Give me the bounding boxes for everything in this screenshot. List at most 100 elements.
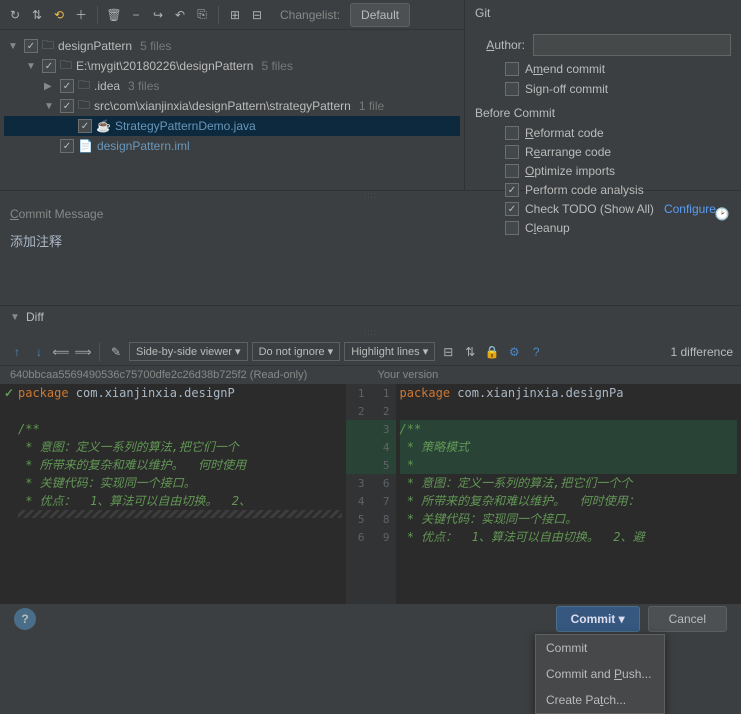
lock-icon[interactable]: 🔒 <box>483 343 501 361</box>
tree-root[interactable]: ▼ 🗀 designPattern 5 files <box>4 36 460 56</box>
folder-icon: 🗀 <box>78 96 90 117</box>
optimize-checkbox[interactable] <box>505 164 519 178</box>
amend-label: Amend commit <box>525 62 605 76</box>
viewer-select[interactable]: Side-by-side viewer ▾ <box>129 342 248 361</box>
amend-checkbox[interactable] <box>505 62 519 76</box>
tree-count: 5 files <box>140 39 171 53</box>
compare-next-icon[interactable]: ⟹ <box>74 343 92 361</box>
code-left[interactable]: package com.xianjinxia.designP /** * 意图：… <box>0 384 346 604</box>
undo-icon[interactable]: ↶ <box>171 6 189 24</box>
help-button[interactable]: ? <box>14 608 36 630</box>
tree-count: 1 file <box>359 99 384 113</box>
signoff-checkbox[interactable] <box>505 82 519 96</box>
chevron-down-icon[interactable]: ▼ <box>26 61 38 72</box>
iml-file-icon: 📄 <box>78 139 93 153</box>
collapse-icon[interactable]: ⊟ <box>248 6 266 24</box>
gutter: 11 22 3 4 5 36 47 58 69 <box>346 384 396 604</box>
next-diff-icon[interactable]: ↓ <box>30 343 48 361</box>
collapse-icon[interactable]: ⊟ <box>439 343 457 361</box>
changelist-label: Changelist: <box>280 8 340 22</box>
chevron-down-icon[interactable]: ▼ <box>8 41 20 52</box>
tree-idea[interactable]: ▶ 🗀 .idea 3 files <box>4 76 460 96</box>
tree-file[interactable]: 📄 designPattern.iml <box>4 136 460 156</box>
tree-label: .idea <box>94 79 120 93</box>
diff-left-info: 640bbcaa5569490536c75700dfe2c26d38b725f2… <box>10 369 364 381</box>
settings-icon[interactable]: ⚙ <box>505 343 523 361</box>
chevron-right-icon[interactable]: ▶ <box>44 81 56 92</box>
optimize-label: Optimize imports <box>525 164 615 178</box>
checkbox[interactable] <box>60 79 74 93</box>
tree-label: StrategyPatternDemo.java <box>115 119 256 133</box>
author-label: Author: <box>475 38 525 52</box>
diff-right-info: Your version <box>364 369 732 381</box>
popup-create-patch[interactable]: Create Patch... <box>536 687 664 713</box>
move-icon[interactable]: ↪ <box>149 6 167 24</box>
tree-src[interactable]: ▼ 🗀 src\com\xianjinxia\designPattern\str… <box>4 96 460 116</box>
checkbox[interactable] <box>60 99 74 113</box>
tree-label: E:\mygit\20180226\designPattern <box>76 59 253 73</box>
reformat-label: Reformat code <box>525 126 604 140</box>
expand-icon[interactable]: ⊞ <box>226 6 244 24</box>
diff-count: 1 difference <box>671 345 734 359</box>
diff-label: Diff <box>26 310 44 324</box>
minus-icon[interactable]: − <box>127 6 145 24</box>
tree-label: designPattern <box>58 39 132 53</box>
rearrange-checkbox[interactable] <box>505 145 519 159</box>
add-icon[interactable]: ＋ <box>72 6 90 24</box>
todo-label: Check TODO (Show All) <box>525 202 654 216</box>
checkbox[interactable] <box>78 119 92 133</box>
checkbox[interactable] <box>24 39 38 53</box>
rearrange-label: Rearrange code <box>525 145 611 159</box>
file-tree: ▼ 🗀 designPattern 5 files ▼ 🗀 E:\mygit\2… <box>0 30 464 162</box>
tree-path[interactable]: ▼ 🗀 E:\mygit\20180226\designPattern 5 fi… <box>4 56 460 76</box>
highlight-select[interactable]: Highlight lines ▾ <box>344 342 435 361</box>
chevron-down-icon[interactable]: ▼ <box>44 101 56 112</box>
copy-icon[interactable]: ⎘ <box>193 6 211 24</box>
popup-commit[interactable]: Commit <box>536 635 664 661</box>
analysis-label: Perform code analysis <box>525 183 644 197</box>
help-icon[interactable]: ? <box>527 343 545 361</box>
compare-prev-icon[interactable]: ⟸ <box>52 343 70 361</box>
before-commit-header: Before Commit <box>475 106 731 120</box>
commit-message-label: Commit Message <box>10 207 103 221</box>
commit-button[interactable]: Commit ▾ <box>556 606 640 632</box>
tree-count: 5 files <box>261 59 292 73</box>
checkbox[interactable] <box>42 59 56 73</box>
changelist-dropdown[interactable]: Default <box>350 3 410 27</box>
diff-icon[interactable]: ⇅ <box>28 6 46 24</box>
refresh-icon[interactable]: ↻ <box>6 6 24 24</box>
folder-icon: 🗀 <box>60 56 72 77</box>
chevron-down-icon[interactable]: ▼ <box>10 312 22 323</box>
drag-handle[interactable]: :::: <box>0 328 741 338</box>
file-toolbar: ↻ ⇅ ⟲ ＋ 🗑 − ↪ ↶ ⎘ ⊞ ⊟ Changelist: Defaul… <box>0 0 464 30</box>
analysis-checkbox[interactable] <box>505 183 519 197</box>
folder-icon: 🗀 <box>78 76 90 97</box>
signoff-label: Sign-off commit <box>525 82 608 96</box>
author-input[interactable] <box>533 34 731 56</box>
git-header: Git <box>475 6 731 28</box>
cancel-button[interactable]: Cancel <box>648 606 727 632</box>
prev-diff-icon[interactable]: ↑ <box>8 343 26 361</box>
check-icon: ✓ <box>4 386 14 400</box>
cleanup-label: Cleanup <box>525 221 570 235</box>
reformat-checkbox[interactable] <box>505 126 519 140</box>
tree-file-selected[interactable]: ☕ StrategyPatternDemo.java <box>4 116 460 136</box>
history-icon[interactable]: 🕑 <box>713 205 731 223</box>
checkbox[interactable] <box>60 139 74 153</box>
sync-scroll-icon[interactable]: ⇅ <box>461 343 479 361</box>
popup-commit-push[interactable]: Commit and Push... <box>536 661 664 687</box>
commit-popup-menu: Commit Commit and Push... Create Patch..… <box>535 634 665 714</box>
edit-icon[interactable]: ✎ <box>107 343 125 361</box>
java-file-icon: ☕ <box>96 119 111 133</box>
delete-icon[interactable]: 🗑 <box>105 6 123 24</box>
code-right[interactable]: package com.xianjinxia.designPa /** * 策略… <box>396 384 741 604</box>
cleanup-checkbox[interactable] <box>505 221 519 235</box>
configure-link[interactable]: Configure <box>664 202 716 216</box>
revert-icon[interactable]: ⟲ <box>50 6 68 24</box>
todo-checkbox[interactable] <box>505 202 519 216</box>
tree-count: 3 files <box>128 79 159 93</box>
tree-label: src\com\xianjinxia\designPattern\strateg… <box>94 99 351 113</box>
ignore-select[interactable]: Do not ignore ▾ <box>252 342 341 361</box>
tree-label: designPattern.iml <box>97 139 190 153</box>
folder-icon: 🗀 <box>42 36 54 57</box>
